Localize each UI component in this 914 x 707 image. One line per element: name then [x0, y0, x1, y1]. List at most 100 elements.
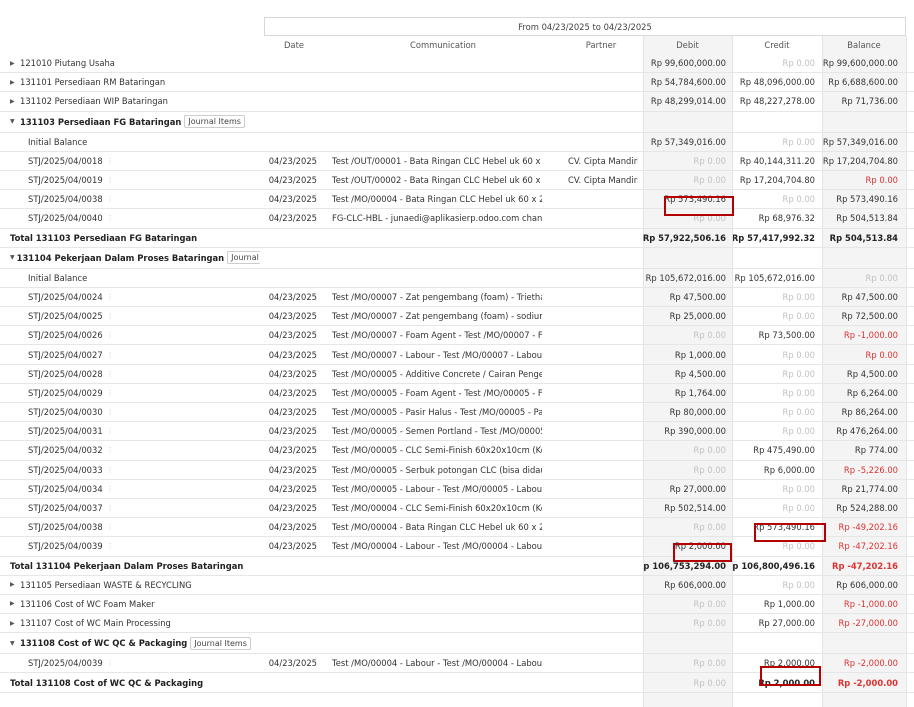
row-date: 04/23/2025: [264, 537, 317, 555]
total-row: Total 131103 Persediaan FG Bataringan Rp …: [0, 229, 914, 248]
vertical-dots-icon[interactable]: ⋮: [107, 542, 114, 550]
vertical-dots-icon[interactable]: ⋮: [107, 351, 114, 359]
vertical-dots-icon[interactable]: ⋮: [107, 293, 114, 301]
vertical-dots-icon[interactable]: ⋮: [107, 176, 114, 184]
caret-down-icon[interactable]: ▼: [10, 640, 18, 647]
table-row[interactable]: STJ/2025/04/0027 ⋮ 04/23/2025 Test /MO/0000…: [0, 345, 914, 365]
row-name: ▼ 131103 Persediaan FG Bataringan Journal …: [10, 112, 260, 132]
row-balance-text: Rp 72,500.00: [841, 311, 898, 322]
row-name: STJ/2025/04/0039 ⋮: [28, 654, 278, 672]
vertical-dots-icon[interactable]: ⋮: [107, 427, 114, 435]
row-name-text[interactable]: STJ/2025/04/0019: [28, 175, 103, 185]
highlight-box: [754, 523, 826, 542]
caret-down-icon[interactable]: ▼: [10, 118, 18, 125]
account-row[interactable]: ▼ 131104 Pekerjaan Dalam Proses Bataringa…: [0, 248, 914, 269]
vertical-dots-icon[interactable]: ⋮: [107, 485, 114, 493]
row-name-text[interactable]: STJ/2025/04/0039: [28, 541, 103, 551]
table-row[interactable]: STJ/2025/04/0028 ⋮ 04/23/2025 Test /MO/0000…: [0, 365, 914, 384]
row-name-text: Total 131104 Pekerjaan Dalam Proses Bata…: [10, 560, 244, 571]
account-row[interactable]: ▼ 131103 Persediaan FG Bataringan Journal …: [0, 112, 914, 133]
table-row[interactable]: STJ/2025/04/0019 ⋮ 04/23/2025 Test /OUT/000…: [0, 171, 914, 191]
vertical-dots-icon[interactable]: ⋮: [107, 331, 114, 339]
table-row[interactable]: STJ/2025/04/0018 ⋮ 04/23/2025 Test /OUT/000…: [0, 152, 914, 171]
row-debit-text: Rp 1,000.00: [674, 349, 726, 360]
row-name-text[interactable]: STJ/2025/04/0025: [28, 311, 103, 321]
account-row[interactable]: ▶ 121010 Piutang Usaha Rp 99,600,000.00 Rp …: [0, 54, 914, 74]
caret-right-icon[interactable]: ▶: [10, 581, 18, 588]
row-name-text[interactable]: STJ/2025/04/0026: [28, 330, 103, 340]
vertical-dots-icon[interactable]: ⋮: [107, 389, 114, 397]
table-row[interactable]: STJ/2025/04/0034 ⋮ 04/23/2025 Test /MO/0000…: [0, 480, 914, 499]
account-row[interactable]: ▶ 131105 Persediaan WASTE & RECYCLING Rp 6…: [0, 576, 914, 595]
row-name-text[interactable]: STJ/2025/04/0028: [28, 369, 103, 379]
row-debit: Rp 27,000.00: [643, 480, 726, 498]
caret-down-icon[interactable]: ▼: [10, 254, 15, 261]
caret-right-icon[interactable]: ▶: [10, 79, 18, 86]
account-row[interactable]: ▼ 131108 Cost of WC QC & Packaging Journal…: [0, 633, 914, 655]
row-name: STJ/2025/04/0037 ⋮: [28, 499, 278, 517]
table-row[interactable]: STJ/2025/04/0038 ⋮ 04/23/2025 Test /MO/0000…: [0, 190, 914, 210]
table-row[interactable]: STJ/2025/04/0037 ⋮ 04/23/2025 Test /MO/0000…: [0, 499, 914, 519]
row-communication-text: Test /MO/00005 - Additive Concrete / Cai…: [332, 368, 542, 379]
row-balance: Rp -2,000.00: [823, 654, 898, 672]
row-name-text[interactable]: STJ/2025/04/0038: [28, 522, 103, 532]
caret-right-icon[interactable]: ▶: [10, 98, 18, 105]
table-row[interactable]: STJ/2025/04/0033 ⋮ 04/23/2025 Test /MO/0000…: [0, 461, 914, 480]
vertical-dots-icon[interactable]: ⋮: [107, 157, 114, 165]
vertical-dots-icon[interactable]: ⋮: [107, 214, 114, 222]
row-name-text[interactable]: STJ/2025/04/0018: [28, 156, 103, 166]
table-row[interactable]: STJ/2025/04/0032 ⋮ 04/23/2025 Test /MO/0000…: [0, 441, 914, 461]
vertical-dots-icon[interactable]: ⋮: [107, 312, 114, 320]
row-name-text[interactable]: STJ/2025/04/0039: [28, 658, 103, 668]
account-row[interactable]: ▶ 131106 Cost of WC Foam Maker Rp 0.00 Rp 1…: [0, 595, 914, 615]
row-date: 04/23/2025: [264, 403, 317, 421]
caret-right-icon[interactable]: ▶: [10, 620, 18, 627]
row-name-text[interactable]: STJ/2025/04/0040: [28, 213, 103, 223]
table-row[interactable]: STJ/2025/04/0030 ⋮ 04/23/2025 Test /MO/0000…: [0, 403, 914, 423]
row-name-text[interactable]: STJ/2025/04/0029: [28, 388, 103, 398]
row-debit-text: Rp 47,500.00: [669, 291, 726, 302]
row-name: STJ/2025/04/0034 ⋮: [28, 480, 278, 498]
vertical-dots-icon[interactable]: ⋮: [107, 523, 114, 531]
vertical-dots-icon[interactable]: ⋮: [107, 446, 114, 454]
row-name-text[interactable]: STJ/2025/04/0037: [28, 503, 103, 513]
vertical-dots-icon[interactable]: ⋮: [107, 408, 114, 416]
account-row[interactable]: ▶ 131107 Cost of WC Main Processing Rp 0.0…: [0, 614, 914, 634]
row-name-text[interactable]: STJ/2025/04/0034: [28, 484, 103, 494]
table-row[interactable]: STJ/2025/04/0024 ⋮ 04/23/2025 Test /MO/0000…: [0, 288, 914, 308]
caret-right-icon[interactable]: ▶: [10, 60, 18, 67]
row-name-text[interactable]: STJ/2025/04/0038: [28, 194, 103, 204]
row-balance-text: Rp 504,513.84: [836, 213, 898, 224]
row-name-text[interactable]: STJ/2025/04/0024: [28, 292, 103, 302]
table-row[interactable]: STJ/2025/04/0025 ⋮ 04/23/2025 Test /MO/0000…: [0, 307, 914, 327]
row-name-text[interactable]: STJ/2025/04/0027: [28, 350, 103, 360]
caret-right-icon[interactable]: ▶: [10, 600, 18, 607]
row-balance-text: Rp -2,000.00: [843, 658, 898, 669]
vertical-dots-icon[interactable]: ⋮: [107, 659, 114, 667]
row-balance-text: Rp -1,000.00: [843, 598, 898, 609]
vertical-dots-icon[interactable]: ⋮: [107, 370, 114, 378]
column-header-credit: Credit: [764, 40, 790, 50]
row-name-text[interactable]: STJ/2025/04/0033: [28, 465, 103, 475]
row-name-text[interactable]: STJ/2025/04/0032: [28, 445, 103, 455]
table-row[interactable]: STJ/2025/04/0026 ⋮ 04/23/2025 Test /MO/0000…: [0, 326, 914, 346]
row-communication: Test /MO/00007 - Zat pengembang (foam) -…: [332, 307, 542, 325]
row-communication-text: Test /MO/00005 - Serbuk potongan CLC (bi…: [332, 464, 542, 475]
vertical-dots-icon[interactable]: ⋮: [107, 195, 114, 203]
vertical-dots-icon[interactable]: ⋮: [107, 466, 114, 474]
table-row[interactable]: STJ/2025/04/0031 ⋮ 04/23/2025 Test /MO/0000…: [0, 422, 914, 442]
row-balance-text: Rp -49,202.16: [838, 522, 898, 533]
journal-items-button[interactable]: Journal Items: [190, 636, 251, 650]
account-row[interactable]: ▶ 131101 Persediaan RM Bataringan Rp 54,78…: [0, 73, 914, 93]
row-credit: Rp 73,500.00: [733, 326, 815, 344]
journal-items-button[interactable]: Journal Items: [184, 115, 245, 129]
vertical-dots-icon[interactable]: ⋮: [107, 504, 114, 512]
row-credit-text: Rp 0.00: [782, 291, 815, 302]
table-row[interactable]: STJ/2025/04/0040 ⋮ 04/23/2025 FG-CLC-HBL - …: [0, 209, 914, 229]
account-row[interactable]: ▶ 131102 Persediaan WIP Bataringan Rp 48,2…: [0, 92, 914, 112]
table-row[interactable]: STJ/2025/04/0029 ⋮ 04/23/2025 Test /MO/0000…: [0, 384, 914, 403]
row-name-text[interactable]: STJ/2025/04/0031: [28, 426, 103, 436]
journal-items-button[interactable]: Journal Items: [227, 251, 260, 265]
row-name-text[interactable]: STJ/2025/04/0030: [28, 407, 103, 417]
row-partner: CV. Cipta Mandiri: [568, 152, 638, 170]
